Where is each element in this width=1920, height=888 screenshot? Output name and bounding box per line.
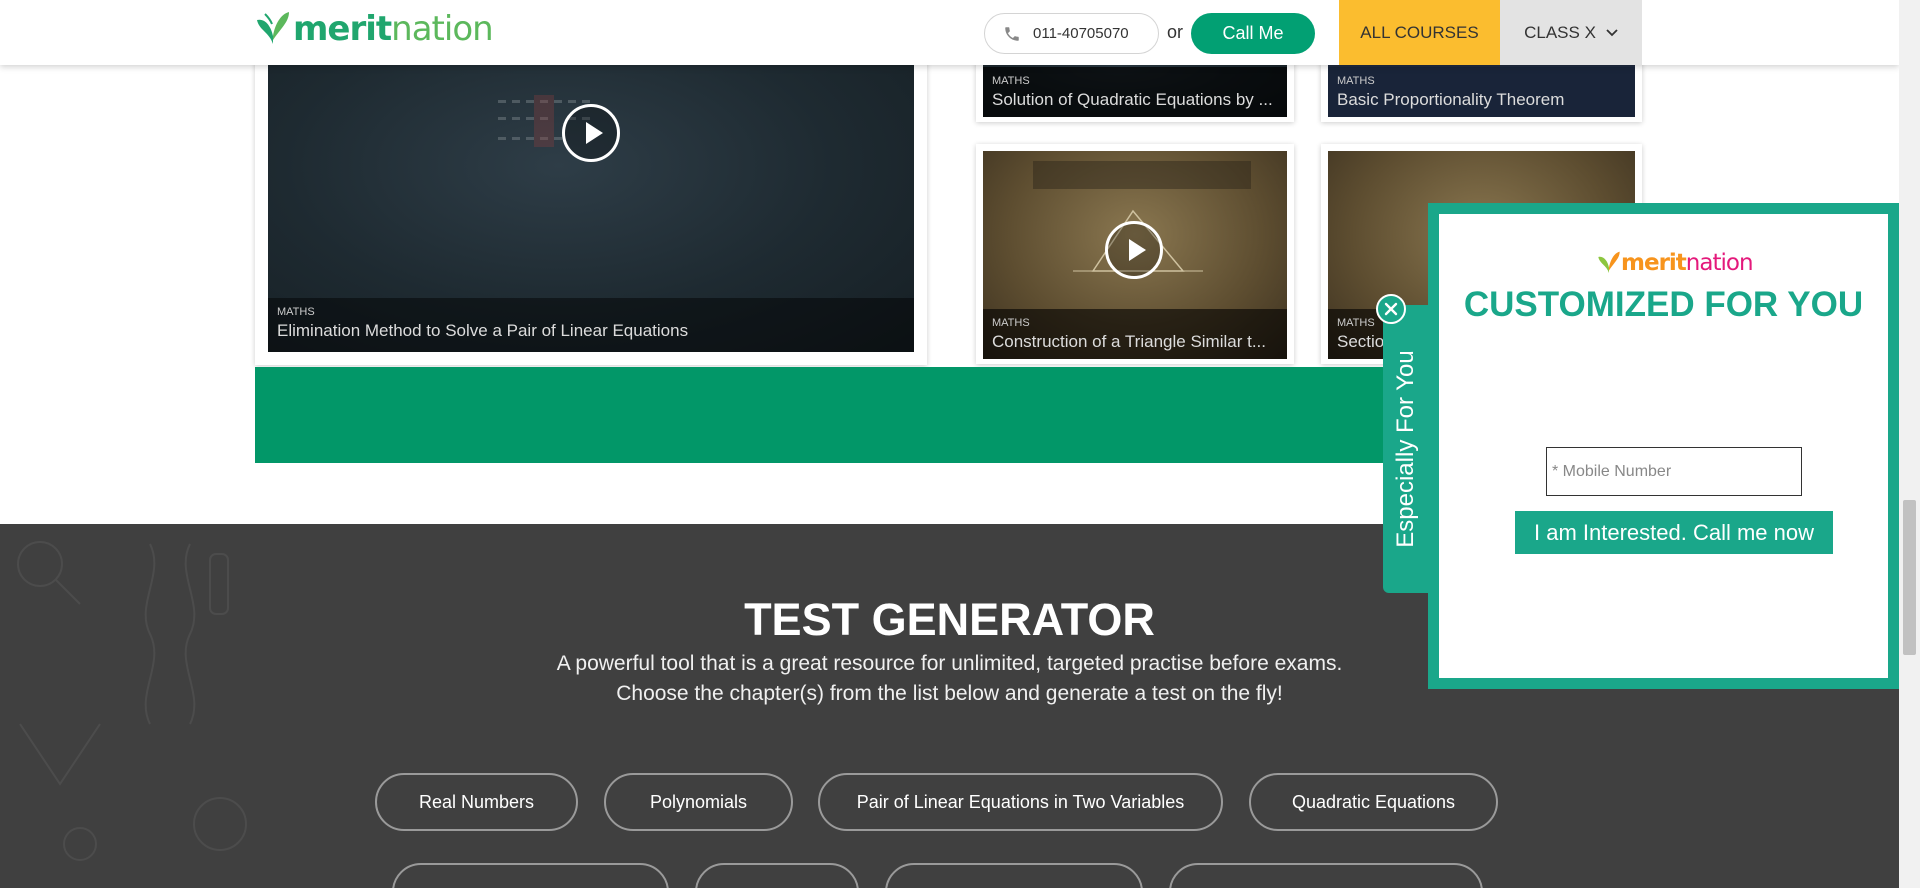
close-popup-button[interactable] (1376, 294, 1406, 324)
especially-for-you-tab[interactable]: Especially For You (1383, 305, 1428, 593)
phone-number-pill[interactable]: 011-40705070 (984, 13, 1159, 54)
phone-number: 011-40705070 (1033, 25, 1129, 42)
site-logo[interactable]: meritnation (255, 9, 494, 49)
video-title: Solution of Quadratic Equations by ... (992, 90, 1273, 109)
chapter-chip-real-numbers[interactable]: Real Numbers (375, 773, 578, 831)
or-label: or (1167, 22, 1184, 42)
science-doodle-background (17, 541, 247, 861)
chapter-chip-row2-1[interactable] (392, 863, 669, 888)
video-subject: MATHS (1337, 75, 1375, 87)
interested-call-me-button[interactable]: I am Interested. Call me now (1515, 511, 1833, 554)
phone-icon (1005, 26, 1019, 41)
logo-text-nation: nation (391, 9, 494, 49)
play-icon[interactable] (1105, 221, 1163, 279)
popup-logo-text-merit: merit (1621, 249, 1687, 276)
popup-logo: meritnation (1597, 249, 1754, 276)
page-scrollbar[interactable] (1899, 0, 1920, 888)
side-tab-label: Especially For You (1391, 350, 1419, 548)
video-subject: MATHS (992, 317, 1030, 329)
video-title: Elimination Method to Solve a Pair of Li… (277, 321, 689, 340)
video-thumbnail: MATHS Construction of a Triangle Similar… (983, 151, 1287, 359)
close-icon (1384, 302, 1398, 316)
video-subject: MATHS (277, 306, 315, 318)
butterfly-logo-icon (257, 12, 289, 44)
class-selector-label: CLASS X (1524, 22, 1596, 42)
video-card-main[interactable]: MATHS Elimination Method to Solve a Pair… (255, 40, 927, 365)
class-selector[interactable]: CLASS X (1500, 0, 1642, 65)
popup-title: CUSTOMIZED FOR YOU (1463, 285, 1864, 324)
chapter-chip-quadratic-equations[interactable]: Quadratic Equations (1249, 773, 1498, 831)
chevron-down-icon (1606, 28, 1618, 36)
logo-text-merit: merit (293, 9, 392, 49)
chapter-chip-linear-equations[interactable]: Pair of Linear Equations in Two Variable… (818, 773, 1223, 831)
chapter-chip-row2-3[interactable] (885, 863, 1143, 888)
chapter-chip-row2-4[interactable] (1169, 863, 1483, 888)
chapter-chip-row2-2[interactable] (695, 863, 859, 888)
call-me-button[interactable]: Call Me (1191, 13, 1315, 54)
video-thumbnail: MATHS Elimination Method to Solve a Pair… (268, 65, 914, 352)
video-title: Construction of a Triangle Similar t... (992, 332, 1267, 351)
site-header: meritnation 011-40705070 or Call Me ALL … (0, 0, 1899, 65)
butterfly-logo-icon (1598, 251, 1620, 273)
all-courses-button[interactable]: ALL COURSES (1339, 0, 1500, 65)
scrollbar-thumb[interactable] (1903, 500, 1916, 655)
customized-popup: meritnation CUSTOMIZED FOR YOU I am Inte… (1428, 203, 1899, 689)
green-banner (255, 367, 1445, 463)
popup-logo-text-nation: nation (1685, 249, 1754, 276)
mobile-number-input[interactable] (1546, 447, 1802, 496)
video-subject: MATHS (992, 75, 1030, 87)
video-card-triangle[interactable]: MATHS Construction of a Triangle Similar… (976, 144, 1294, 364)
play-icon[interactable] (562, 104, 620, 162)
chapter-chip-polynomials[interactable]: Polynomials (604, 773, 793, 831)
video-title: Basic Proportionality Theorem (1337, 90, 1565, 109)
